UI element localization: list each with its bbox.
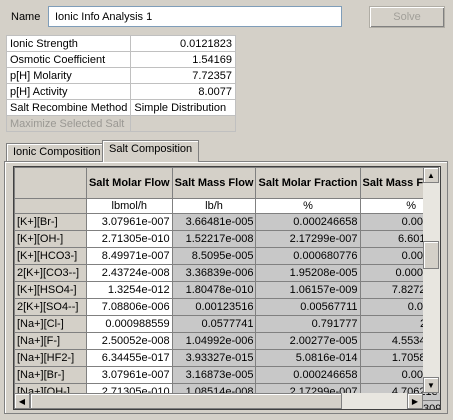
grid-cell[interactable]: 0.000246658	[255, 366, 361, 384]
solve-button[interactable]: Solve	[369, 6, 445, 28]
horizontal-scroll-thumb[interactable]	[30, 393, 342, 409]
table-row: [Na+][Cl-]0.0009885590.05777410.7917772.…	[14, 315, 440, 333]
scroll-up-icon[interactable]: ▲	[423, 167, 439, 183]
grid-cell[interactable]: 0.000988559	[85, 315, 173, 333]
property-row: p[H] Activity 8.0077	[5, 83, 236, 100]
grid-cell[interactable]: 7.08806e-006	[85, 298, 173, 316]
grid-cell[interactable]: 1.52217e-008	[171, 230, 257, 248]
row-header[interactable]: [K+][OH-]	[14, 230, 87, 248]
property-label: p[H] Molarity	[5, 67, 132, 84]
grid-cell[interactable]: 0.0577741	[171, 315, 257, 333]
table-row: [Na+][Br-] 3.07961e-007 3.16873e-005 0.0002…	[14, 366, 440, 384]
vertical-scrollbar[interactable]: ▲ ▼	[423, 167, 440, 393]
grid-cell[interactable]: 2.43724e-008	[85, 264, 173, 282]
grid-cell[interactable]: 1.06157e-009	[255, 281, 361, 299]
property-row: p[H] Molarity 7.72357	[5, 67, 236, 84]
column-header[interactable]: Salt Mass Flow	[171, 167, 257, 199]
table-row: [Na+][HF2-] 6.34455e-017 3.93327e-015 5.081…	[14, 349, 440, 367]
row-header[interactable]: [Na+][Cl-]	[14, 315, 87, 333]
unit-cell: %	[255, 198, 361, 214]
grid-cell[interactable]: 1.3254e-012	[85, 281, 173, 299]
property-grid: Ionic Strength 0.0121823 Osmotic Coeffic…	[5, 35, 236, 132]
grid-cell[interactable]: 3.07961e-007	[85, 213, 173, 231]
property-label: p[H] Activity	[5, 83, 132, 100]
grid-cell[interactable]: 3.07961e-007	[85, 366, 173, 384]
grid-cell[interactable]: 5.0816e-014	[255, 349, 361, 367]
corner-cell	[14, 198, 87, 214]
property-row: Ionic Strength 0.0121823	[5, 35, 236, 52]
property-value[interactable]: 7.72357	[130, 67, 236, 84]
tab-salt-composition[interactable]: Salt Composition	[102, 140, 200, 162]
property-label: Ionic Strength	[5, 35, 132, 52]
table-row: 2[K+][CO3--] 2.43724e-008 3.36839e-006 1.95…	[14, 264, 440, 282]
property-row: Salt Recombine Method Simple Distributio…	[5, 99, 236, 116]
tab-ionic-composition[interactable]: Ionic Composition	[6, 143, 108, 161]
table-row: 2[K+][SO4--] 7.08806e-006 0.00123516 0.0056…	[14, 298, 440, 316]
property-label: Maximize Selected Salt	[5, 115, 132, 132]
row-header[interactable]: [Na+][F-]	[14, 332, 87, 350]
grid-cell[interactable]: 3.16873e-005	[171, 366, 257, 384]
scroll-down-icon[interactable]: ▼	[423, 377, 439, 393]
table-row: [K+][OH-] 2.71305e-010 1.52217e-008 2.17299…	[14, 230, 440, 248]
property-value	[130, 115, 236, 132]
scroll-left-icon[interactable]: ◀	[14, 393, 30, 409]
row-header[interactable]: 2[K+][SO4--]	[14, 298, 87, 316]
salt-composition-grid: Salt Molar Flow Salt Mass Flow Salt Mola…	[13, 166, 441, 410]
header-row: Salt Molar Flow Salt Mass Flow Salt Mola…	[14, 167, 440, 199]
salt-recombine-method-value[interactable]: Simple Distribution	[130, 99, 236, 116]
unit-cell: lbmol/h	[85, 198, 173, 214]
table-row: [K+][Br-] 3.07961e-007 3.66481e-005 0.00024…	[14, 213, 440, 231]
property-value[interactable]: 1.54169	[130, 51, 236, 68]
name-label: Name	[11, 11, 41, 23]
column-header[interactable]: Salt Molar Flow	[85, 167, 173, 199]
grid-cell[interactable]: 3.36839e-006	[171, 264, 257, 282]
grid-cell[interactable]: 3.93327e-015	[171, 349, 257, 367]
column-header[interactable]: Salt Molar Fraction	[255, 167, 361, 199]
property-value[interactable]: 0.0121823	[130, 35, 236, 52]
scroll-right-icon[interactable]: ▶	[407, 393, 423, 409]
row-header[interactable]: [K+][Br-]	[14, 213, 87, 231]
grid-cell[interactable]: 0.000246658	[255, 213, 361, 231]
name-input[interactable]	[48, 6, 342, 27]
row-header[interactable]: [Na+][HF2-]	[14, 349, 87, 367]
property-row: Osmotic Coefficient 1.54169	[5, 51, 236, 68]
salt-table: Salt Molar Flow Salt Mass Flow Salt Mola…	[14, 167, 440, 409]
property-label: Osmotic Coefficient	[5, 51, 132, 68]
property-row-disabled: Maximize Selected Salt	[5, 115, 236, 132]
row-header[interactable]: [K+][HSO4-]	[14, 281, 87, 299]
grid-cell[interactable]: 0.791777	[255, 315, 361, 333]
grid-cell[interactable]: 3.66481e-005	[171, 213, 257, 231]
grid-cell[interactable]: 0.00123516	[171, 298, 257, 316]
row-header[interactable]: [Na+][Br-]	[14, 366, 87, 384]
grid-cell[interactable]: 0.000680776	[255, 247, 361, 265]
table-row: [K+][HCO3-] 8.49971e-007 8.5095e-005 0.0006…	[14, 247, 440, 265]
grid-cell[interactable]: 2.17299e-007	[255, 230, 361, 248]
vertical-scroll-thumb[interactable]	[423, 241, 439, 269]
corner-cell	[14, 167, 87, 199]
grid-cell[interactable]: 8.5095e-005	[171, 247, 257, 265]
grid-cell[interactable]: 1.80478e-010	[171, 281, 257, 299]
table-row: [K+][HSO4-] 1.3254e-012 1.80478e-010 1.0615…	[14, 281, 440, 299]
units-row: lbmol/h lb/h % %	[14, 198, 440, 214]
grid-cell[interactable]: 6.34455e-017	[85, 349, 173, 367]
grid-cell[interactable]: 2.50052e-008	[85, 332, 173, 350]
property-value[interactable]: 8.0077	[130, 83, 236, 100]
row-header[interactable]: 2[K+][CO3--]	[14, 264, 87, 282]
grid-cell[interactable]: 0.00567711	[255, 298, 361, 316]
grid-cell[interactable]: 8.49971e-007	[85, 247, 173, 265]
grid-cell[interactable]: 2.71305e-010	[85, 230, 173, 248]
table-row: [Na+][F-] 2.50052e-008 1.04992e-006 2.00277…	[14, 332, 440, 350]
grid-cell[interactable]: 2.00277e-005	[255, 332, 361, 350]
grid-cell[interactable]: 1.95208e-005	[255, 264, 361, 282]
property-label: Salt Recombine Method	[5, 99, 132, 116]
grid-cell[interactable]: 1.04992e-006	[171, 332, 257, 350]
horizontal-scrollbar[interactable]: ◀ ▶	[14, 393, 423, 409]
row-header[interactable]: [K+][HCO3-]	[14, 247, 87, 265]
unit-cell: lb/h	[171, 198, 257, 214]
